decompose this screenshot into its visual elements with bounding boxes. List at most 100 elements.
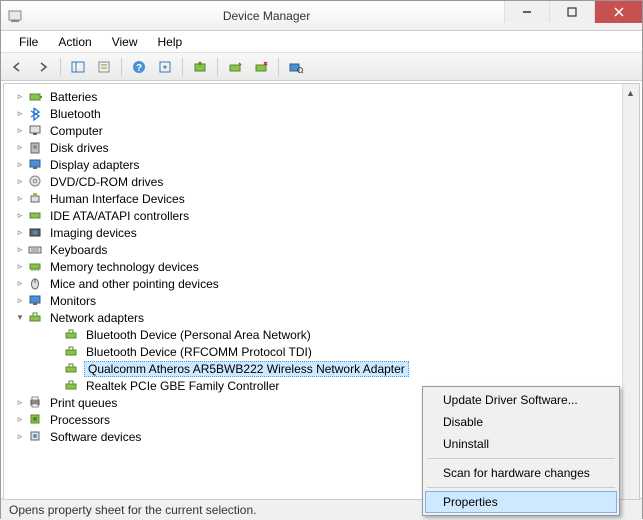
tree-node[interactable]: ▹Monitors xyxy=(6,292,637,309)
disable-button[interactable] xyxy=(223,56,247,78)
expander-icon[interactable]: ▹ xyxy=(14,91,26,103)
device-category-icon xyxy=(28,123,44,139)
device-category-icon xyxy=(28,429,44,445)
tree-node[interactable]: ▹ IDE ATA/ATAPI controllers xyxy=(6,207,637,224)
tree-node[interactable]: ▾ Network adapters xyxy=(6,309,637,326)
expander-icon[interactable]: ▹ xyxy=(14,125,26,137)
menu-file[interactable]: File xyxy=(9,33,48,51)
tree-node[interactable]: ▹ Imaging devices xyxy=(6,224,637,241)
tree-node[interactable]: ▹Display adapters xyxy=(6,156,637,173)
tree-node-label: Software devices xyxy=(48,430,143,444)
ctx-properties[interactable]: Properties xyxy=(425,491,617,513)
expander-icon[interactable]: ▹ xyxy=(14,295,26,307)
scrollbar[interactable]: ▲ xyxy=(622,84,639,499)
maximize-button[interactable] xyxy=(549,1,594,23)
device-category-icon xyxy=(28,140,44,156)
properties-button[interactable] xyxy=(92,56,116,78)
close-button[interactable] xyxy=(594,1,642,23)
toolbar-separator xyxy=(278,58,279,76)
ctx-separator xyxy=(427,458,615,459)
uninstall-button[interactable] xyxy=(249,56,273,78)
expander-icon[interactable]: ▹ xyxy=(14,431,26,443)
tree-node-label: Qualcomm Atheros AR5BWB222 Wireless Netw… xyxy=(84,361,409,377)
network-adapter-icon xyxy=(64,327,80,343)
update-driver-button[interactable] xyxy=(188,56,212,78)
tree-node-label: Human Interface Devices xyxy=(48,192,187,206)
tree-node-label: Batteries xyxy=(48,90,99,104)
tree-node[interactable]: ▹ Keyboards xyxy=(6,241,637,258)
tree-node-label: Keyboards xyxy=(48,243,109,257)
tree-node-label: Network adapters xyxy=(48,311,146,325)
network-adapter-icon xyxy=(64,378,80,394)
tree-node-label: Print queues xyxy=(48,396,119,410)
tree-node[interactable]: Bluetooth Device (RFCOMM Protocol TDI) xyxy=(6,343,637,360)
tree-node-label: Imaging devices xyxy=(48,226,139,240)
device-category-icon xyxy=(28,276,44,292)
tree-node-label: Bluetooth Device (RFCOMM Protocol TDI) xyxy=(84,345,314,359)
expander-icon[interactable]: ▹ xyxy=(14,244,26,256)
tree-node[interactable]: ▹Memory technology devices xyxy=(6,258,637,275)
tree-node[interactable]: ▹ Computer xyxy=(6,122,637,139)
window-title: Device Manager xyxy=(29,9,504,23)
help-button[interactable]: ? xyxy=(127,56,151,78)
expander-icon[interactable]: ▹ xyxy=(14,108,26,120)
minimize-button[interactable] xyxy=(504,1,549,23)
device-category-icon xyxy=(28,174,44,190)
menu-action[interactable]: Action xyxy=(48,33,101,51)
expander-icon[interactable]: ▹ xyxy=(14,193,26,205)
ctx-disable[interactable]: Disable xyxy=(425,411,617,433)
expander-icon[interactable]: ▹ xyxy=(14,414,26,426)
expander-icon[interactable]: ▹ xyxy=(14,261,26,273)
tree-node[interactable]: ▹ Batteries xyxy=(6,88,637,105)
network-adapter-icon xyxy=(64,361,80,377)
tree-node-label: Computer xyxy=(48,124,105,138)
tree-node[interactable]: ▹ DVD/CD-ROM drives xyxy=(6,173,637,190)
tree-node[interactable]: Bluetooth Device (Personal Area Network) xyxy=(6,326,637,343)
device-category-icon xyxy=(28,310,44,326)
tree-node[interactable]: Qualcomm Atheros AR5BWB222 Wireless Netw… xyxy=(6,360,637,377)
tree-node[interactable]: ▹ Disk drives xyxy=(6,139,637,156)
tree-node-label: Disk drives xyxy=(48,141,111,155)
action-button[interactable] xyxy=(153,56,177,78)
expander-icon[interactable]: ▹ xyxy=(14,176,26,188)
toolbar-separator xyxy=(121,58,122,76)
expander-icon[interactable]: ▹ xyxy=(14,159,26,171)
tree-node-label: Processors xyxy=(48,413,112,427)
menu-view[interactable]: View xyxy=(102,33,148,51)
expander-icon[interactable]: ▹ xyxy=(14,397,26,409)
device-category-icon xyxy=(28,395,44,411)
back-button[interactable] xyxy=(5,56,29,78)
menu-help[interactable]: Help xyxy=(148,33,193,51)
tree-node-label: Bluetooth xyxy=(48,107,103,121)
ctx-uninstall[interactable]: Uninstall xyxy=(425,433,617,455)
tree-node[interactable]: ▹ Mice and other pointing devices xyxy=(6,275,637,292)
expander-icon[interactable]: ▹ xyxy=(14,142,26,154)
device-category-icon xyxy=(28,259,44,275)
show-hide-tree-button[interactable] xyxy=(66,56,90,78)
svg-text:?: ? xyxy=(136,63,142,74)
forward-button[interactable] xyxy=(31,56,55,78)
expander-icon[interactable]: ▹ xyxy=(14,210,26,222)
tree-node-label: Mice and other pointing devices xyxy=(48,277,221,291)
scroll-up-icon[interactable]: ▲ xyxy=(622,84,639,101)
scan-hardware-button[interactable] xyxy=(284,56,308,78)
tree-node-label: Bluetooth Device (Personal Area Network) xyxy=(84,328,313,342)
status-text: Opens property sheet for the current sel… xyxy=(9,503,256,517)
menubar: File Action View Help xyxy=(1,31,642,53)
network-adapter-icon xyxy=(64,344,80,360)
device-category-icon xyxy=(28,89,44,105)
device-category-icon xyxy=(28,412,44,428)
tree-node-label: IDE ATA/ATAPI controllers xyxy=(48,209,191,223)
toolbar: ? xyxy=(1,53,642,81)
device-category-icon xyxy=(28,208,44,224)
tree-node-label: DVD/CD-ROM drives xyxy=(48,175,165,189)
ctx-separator xyxy=(427,487,615,488)
ctx-update-driver[interactable]: Update Driver Software... xyxy=(425,389,617,411)
ctx-scan-hardware[interactable]: Scan for hardware changes xyxy=(425,462,617,484)
expander-icon[interactable]: ▹ xyxy=(14,278,26,290)
expander-icon[interactable]: ▹ xyxy=(14,227,26,239)
tree-node[interactable]: ▹ Human Interface Devices xyxy=(6,190,637,207)
expander-icon[interactable]: ▾ xyxy=(14,312,26,324)
tree-node[interactable]: ▹ Bluetooth xyxy=(6,105,637,122)
toolbar-separator xyxy=(217,58,218,76)
